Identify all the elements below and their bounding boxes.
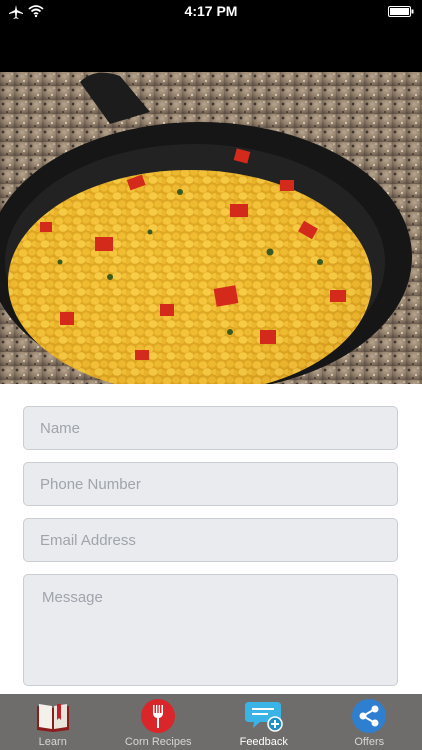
tab-offers-label: Offers — [354, 736, 385, 748]
chat-plus-icon — [244, 702, 283, 732]
skillet-corn-photo — [0, 72, 422, 384]
phone-field-container — [23, 462, 398, 506]
tab-bar: Learn Corn Recipes Feedback Offers — [0, 694, 422, 750]
tab-offers[interactable]: Offers — [317, 694, 422, 750]
tab-learn-label: Learn — [38, 736, 67, 748]
feedback-form — [0, 384, 422, 694]
tab-feedback[interactable]: Feedback — [211, 694, 317, 750]
tab-learn[interactable]: Learn — [0, 694, 106, 750]
message-textarea[interactable] — [24, 575, 397, 685]
name-field-container — [23, 406, 398, 450]
email-field-container — [23, 518, 398, 562]
hero-image — [0, 72, 422, 384]
status-bar: 4:17 PM — [0, 0, 422, 72]
message-field-container — [23, 574, 398, 686]
book-icon — [36, 704, 69, 732]
email-address-input[interactable] — [24, 519, 397, 561]
fork-icon — [141, 699, 176, 733]
name-input[interactable] — [24, 407, 397, 449]
share-icon — [352, 699, 387, 733]
battery-icon — [388, 6, 414, 17]
phone-number-input[interactable] — [24, 463, 397, 505]
tab-feedback-label: Feedback — [239, 736, 288, 748]
tab-corn-recipes-label: Corn Recipes — [124, 736, 192, 748]
status-time: 4:17 PM — [184, 3, 238, 19]
tab-corn-recipes[interactable]: Corn Recipes — [106, 694, 212, 750]
